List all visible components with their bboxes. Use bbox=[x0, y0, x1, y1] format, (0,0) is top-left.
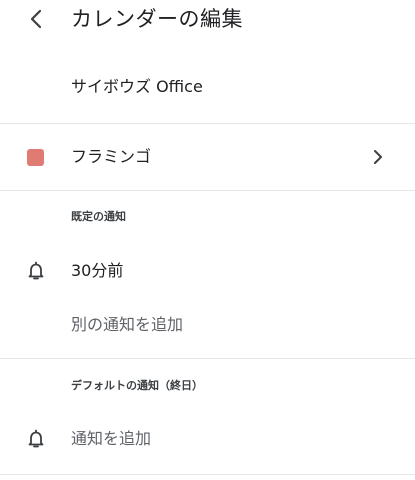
divider bbox=[0, 358, 415, 359]
back-button[interactable] bbox=[22, 4, 50, 34]
chevron-left-icon bbox=[30, 9, 42, 29]
add-notification-label: 通知を追加 bbox=[71, 429, 152, 448]
page-title: カレンダーの編集 bbox=[71, 7, 243, 31]
divider bbox=[0, 190, 415, 191]
notification-label: 30分前 bbox=[71, 261, 124, 280]
chevron-right-icon bbox=[374, 150, 382, 164]
color-swatch bbox=[27, 149, 44, 166]
add-all-day-notification-button[interactable]: 通知を追加 bbox=[0, 417, 415, 461]
divider bbox=[0, 474, 415, 475]
calendar-account-name: サイボウズ Office bbox=[71, 77, 203, 96]
notification-item[interactable]: 30分前 bbox=[0, 249, 415, 293]
section-label-all-day-notifications: デフォルトの通知（終日） bbox=[71, 379, 203, 392]
add-another-notification-button[interactable]: 別の通知を追加 bbox=[71, 314, 183, 336]
bell-icon bbox=[28, 261, 44, 280]
section-label-default-notifications: 既定の通知 bbox=[71, 210, 126, 223]
app-header: カレンダーの編集 bbox=[0, 0, 415, 40]
calendar-color-selector[interactable]: フラミンゴ bbox=[0, 124, 415, 190]
color-name: フラミンゴ bbox=[71, 147, 152, 166]
bell-icon bbox=[28, 429, 44, 448]
